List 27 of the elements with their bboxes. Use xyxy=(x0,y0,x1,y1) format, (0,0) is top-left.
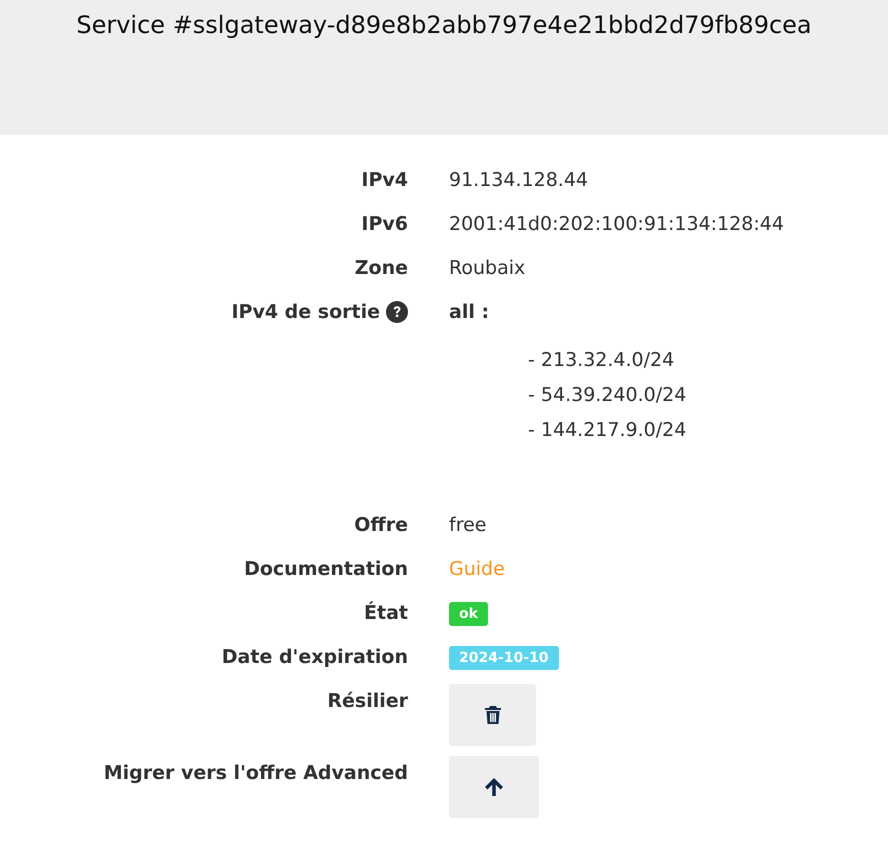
field-value: Roubaix xyxy=(449,256,526,281)
field-value: 91.134.128.44 xyxy=(449,168,588,193)
field-label: État xyxy=(364,600,408,626)
field-label: Documentation xyxy=(244,557,408,582)
page-title: Service #sslgateway-d89e8b2abb797e4e21bbd2d79fb89cea xyxy=(76,10,812,41)
field-label: Résilier xyxy=(327,689,408,714)
arrow-up-icon xyxy=(484,777,504,797)
field-value: all : xyxy=(449,300,490,325)
field-label: IPv4 de sortie xyxy=(231,300,380,325)
ip-range: - 213.32.4.0/24 xyxy=(528,348,676,373)
help-icon[interactable] xyxy=(386,301,408,323)
field-label: Migrer vers l'offre Advanced xyxy=(104,761,408,786)
ip-range: - 144.217.9.0/24 xyxy=(528,418,686,443)
guide-link[interactable]: Guide xyxy=(449,552,505,586)
status-badge: ok xyxy=(449,602,488,626)
field-value: free xyxy=(449,513,486,538)
field-value: 2001:41d0:202:100:91:134:128:44 xyxy=(449,212,784,237)
trash-icon xyxy=(484,706,500,724)
field-label: IPv4 xyxy=(361,168,408,193)
field-label: Date d'expiration xyxy=(222,645,408,670)
field-label: Zone xyxy=(354,256,408,281)
delete-button[interactable] xyxy=(449,684,536,746)
field-label: IPv6 xyxy=(361,212,408,237)
upgrade-button[interactable] xyxy=(449,756,539,818)
ip-range: - 54.39.240.0/24 xyxy=(528,383,686,408)
field-label: Offre xyxy=(354,513,408,538)
status-badge: 2024-10-10 xyxy=(449,646,559,670)
